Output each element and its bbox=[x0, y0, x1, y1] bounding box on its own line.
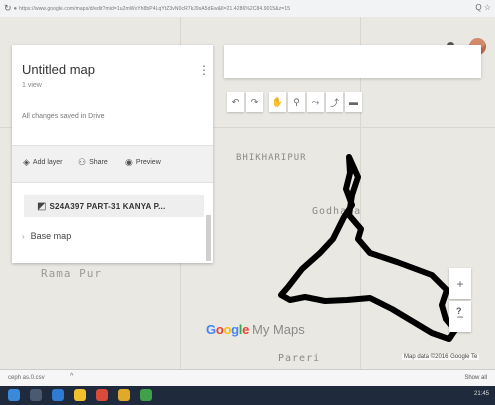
ruler-icon[interactable]: ▬ bbox=[345, 92, 362, 112]
app-icon[interactable] bbox=[118, 389, 130, 401]
browser-address-bar: ↻ ● https://www.google.com/maps/d/edit?m… bbox=[0, 0, 495, 18]
chevron-up-icon[interactable]: ^ bbox=[70, 373, 73, 380]
search-icon[interactable] bbox=[30, 389, 42, 401]
google-wordmark: Google bbox=[206, 322, 250, 337]
folder-icon[interactable] bbox=[74, 389, 86, 401]
my-maps-label: My Maps bbox=[252, 322, 305, 337]
chevron-right-icon: › bbox=[22, 231, 25, 241]
layer-item[interactable]: ◩ S24A397 PART-31 KANYA P... bbox=[24, 195, 204, 217]
draw-line-icon[interactable]: ⤳ bbox=[307, 92, 324, 112]
map-attribution[interactable]: Map data ©2016 Google Te bbox=[402, 354, 480, 360]
marker-icon[interactable]: ⚲ bbox=[288, 92, 305, 112]
download-item[interactable]: ceph as.0.csv bbox=[8, 375, 45, 381]
map-side-panel: Untitled map 1 view All changes saved in… bbox=[12, 45, 213, 263]
app-icon[interactable] bbox=[140, 389, 152, 401]
add-layer-label: Add layer bbox=[32, 159, 63, 166]
share-icon: ⚇ bbox=[78, 157, 87, 167]
search-input[interactable] bbox=[224, 45, 481, 78]
chrome-icon[interactable] bbox=[96, 389, 108, 401]
layer-style-icon: ◩ bbox=[37, 200, 47, 212]
add-layer-button[interactable]: ◈ Add layer bbox=[23, 157, 63, 168]
preview-label: Preview bbox=[135, 159, 161, 166]
zoom-controls: + − bbox=[449, 268, 471, 332]
os-taskbar: 21:45 bbox=[0, 386, 495, 405]
show-all-link[interactable]: Show all bbox=[464, 375, 487, 381]
base-map-label: Base map bbox=[30, 231, 72, 241]
boundary-outline[interactable] bbox=[278, 154, 458, 342]
view-count: 1 view bbox=[22, 82, 42, 89]
panel-scrollbar[interactable] bbox=[206, 215, 211, 261]
ie-icon[interactable] bbox=[52, 389, 64, 401]
undo-icon[interactable]: ↶ bbox=[227, 92, 244, 112]
redo-icon[interactable]: ↷ bbox=[246, 92, 263, 112]
hand-icon[interactable]: ✋ bbox=[269, 92, 286, 112]
panel-actions: ◈ Add layer ⚇ Share ◉ Preview bbox=[12, 145, 213, 183]
directions-icon[interactable]: ⤴ bbox=[326, 92, 343, 112]
url-field[interactable]: https://www.google.com/maps/d/edit?mid=1… bbox=[19, 6, 434, 12]
base-map-toggle[interactable]: › Base map bbox=[22, 231, 71, 241]
add-layer-icon: ◈ bbox=[23, 157, 30, 167]
preview-button[interactable]: ◉ Preview bbox=[125, 157, 161, 168]
map-toolbar: ↶ ↷ ✋ ⚲ ⤳ ⤴ ▬ bbox=[227, 92, 362, 114]
help-button[interactable]: ? bbox=[456, 306, 462, 316]
save-status: All changes saved in Drive bbox=[22, 113, 105, 120]
lock-icon: ● bbox=[13, 5, 18, 12]
layer-name: S24A397 PART-31 KANYA P... bbox=[49, 201, 166, 211]
map-title[interactable]: Untitled map bbox=[22, 62, 95, 77]
taskbar-clock: 21:45 bbox=[473, 391, 489, 397]
zoom-in-button[interactable]: + bbox=[449, 268, 471, 299]
start-icon[interactable] bbox=[8, 389, 20, 401]
more-vert-icon[interactable]: ⋮ bbox=[198, 63, 210, 77]
share-button[interactable]: ⚇ Share bbox=[78, 157, 108, 168]
downloads-bar: ceph as.0.csv ^ Show all bbox=[0, 369, 495, 387]
preview-icon: ◉ bbox=[125, 157, 133, 167]
google-my-maps-logo: Google My Maps bbox=[206, 322, 305, 337]
reload-icon[interactable]: ↻ bbox=[4, 3, 12, 14]
share-label: Share bbox=[89, 159, 108, 166]
browser-actions[interactable]: Q ☆ bbox=[475, 3, 491, 12]
